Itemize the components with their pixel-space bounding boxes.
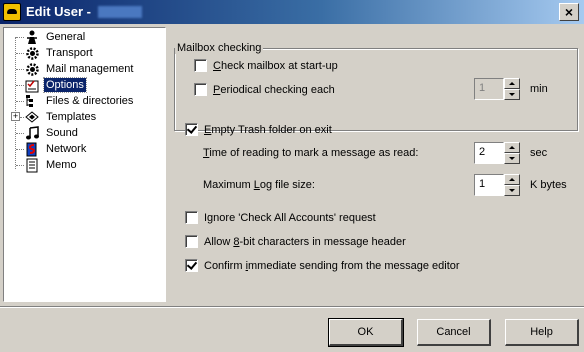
person-icon (25, 30, 40, 45)
tree-connector (16, 149, 24, 150)
tree-item-sound[interactable]: Sound (25, 125, 80, 141)
tree-item-label: Templates (46, 111, 97, 123)
checkbox-box (194, 59, 207, 72)
options-panel: Mailbox checking Check mailbox at start-… (168, 27, 581, 302)
tree-connector (16, 53, 24, 54)
check-mailbox-startup-checkbox[interactable]: Check mailbox at start-up (194, 59, 338, 72)
cancel-button[interactable]: Cancel (417, 319, 491, 346)
tree-item-general[interactable]: General (25, 29, 87, 45)
tree-connector (16, 69, 24, 70)
checkbox-label: Periodical checking each (213, 83, 335, 96)
checkbox-label: Check mailbox at start-up (213, 59, 338, 72)
ignore-check-all-checkbox[interactable]: Ignore 'Check All Accounts' request (185, 211, 376, 224)
read-time-field[interactable]: 2 (474, 142, 504, 164)
read-time-spinner[interactable]: 2 (474, 142, 520, 164)
tree-connector (16, 37, 24, 38)
tree-item-templates[interactable]: Templates (25, 109, 98, 125)
max-log-label: Maximum Log file size: (203, 179, 315, 191)
read-time-unit: sec (530, 147, 548, 159)
redacted-username (98, 6, 142, 18)
checkbox-box (185, 123, 198, 136)
spin-down-button[interactable] (504, 185, 520, 196)
tree-item-label: Files & directories (46, 95, 134, 107)
checkbox-label: Empty Trash folder on exit (204, 123, 332, 136)
title-bar[interactable]: Edit User - × (0, 0, 584, 24)
help-button[interactable]: Help (505, 319, 579, 346)
gear-icon (25, 46, 40, 61)
tree-item-network[interactable]: Network (25, 141, 88, 157)
checkbox-label: Confirm immediate sending from the messa… (204, 259, 460, 272)
confirm-immediate-checkbox[interactable]: Confirm immediate sending from the messa… (185, 259, 460, 272)
max-log-field[interactable]: 1 (474, 174, 504, 196)
read-time-label: Time of reading to mark a message as rea… (203, 147, 419, 159)
tree-item-mail-management[interactable]: Mail management (25, 61, 135, 77)
files-icon (25, 94, 40, 109)
spin-up-button[interactable] (504, 142, 520, 153)
tree-item-options[interactable]: Options (25, 77, 87, 93)
memo-icon (25, 158, 40, 173)
allow-8bit-checkbox[interactable]: Allow 8-bit characters in message header (185, 235, 406, 248)
music-note-icon (25, 125, 40, 141)
checkbox-label: Allow 8-bit characters in message header (204, 235, 406, 248)
spin-down-button[interactable] (504, 89, 520, 100)
spin-up-button[interactable] (504, 174, 520, 185)
spin-down-button[interactable] (504, 153, 520, 164)
tree-connector (16, 101, 24, 102)
periodical-interval-field[interactable]: 1 (474, 78, 504, 100)
close-button[interactable]: × (559, 3, 579, 21)
footer-separator (0, 306, 584, 308)
checkbox-box (185, 211, 198, 224)
settings-tree[interactable]: General Transport Mail management Option… (3, 27, 166, 302)
tree-connector (16, 165, 24, 166)
network-icon (25, 142, 40, 157)
bat-logo-icon (3, 3, 21, 21)
tree-connector (20, 117, 24, 118)
max-log-unit: K bytes (530, 179, 567, 191)
expand-templates-button[interactable]: + (11, 112, 20, 121)
tree-item-memo[interactable]: Memo (25, 157, 79, 173)
tree-item-label: Sound (46, 127, 78, 139)
tree-item-label: General (46, 31, 86, 43)
checkbox-box (194, 83, 207, 96)
checkbox-box (185, 235, 198, 248)
templates-icon (25, 110, 40, 125)
tree-item-label: Memo (46, 159, 77, 171)
tree-item-label: Transport (46, 47, 93, 59)
gear-icon (25, 62, 40, 77)
periodical-unit: min (530, 83, 548, 95)
max-log-spinner[interactable]: 1 (474, 174, 520, 196)
checkbox-label: Ignore 'Check All Accounts' request (204, 211, 376, 224)
options-icon (25, 78, 40, 93)
periodical-checking-checkbox[interactable]: Periodical checking each (194, 83, 335, 96)
tree-connector (16, 133, 24, 134)
spin-up-button[interactable] (504, 78, 520, 89)
checkbox-box (185, 259, 198, 272)
tree-connector (16, 85, 24, 86)
tree-item-label: Options (43, 77, 87, 93)
tree-item-label: Network (46, 143, 87, 155)
tree-item-label: Mail management (46, 63, 134, 75)
ok-button[interactable]: OK (328, 318, 404, 347)
mailbox-checking-title: Mailbox checking (175, 42, 264, 54)
periodical-interval-spinner[interactable]: 1 (474, 78, 520, 100)
window-title: Edit User - (26, 4, 92, 19)
tree-item-files-directories[interactable]: Files & directories (25, 93, 135, 109)
tree-item-transport[interactable]: Transport (25, 45, 95, 61)
empty-trash-checkbox[interactable]: Empty Trash folder on exit (185, 123, 332, 136)
